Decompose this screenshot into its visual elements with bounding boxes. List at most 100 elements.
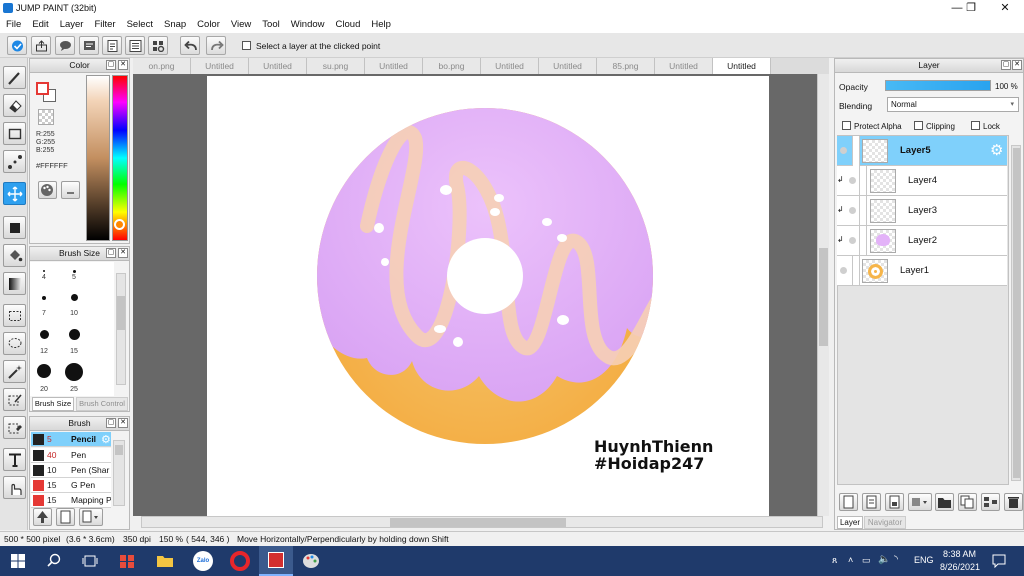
gear-icon[interactable]: ⚙ — [990, 141, 1003, 159]
rect-select-tool[interactable] — [3, 304, 26, 327]
brush-tool[interactable] — [3, 66, 26, 89]
brush-size-dot[interactable] — [40, 330, 49, 339]
clipping-checkbox[interactable]: Clipping — [914, 121, 955, 131]
brush-size-dot[interactable] — [43, 270, 45, 272]
layer-row-layer4[interactable]: ↲ Layer4 — [837, 166, 1007, 196]
eraser-tool[interactable] — [3, 94, 26, 117]
doc-tab[interactable]: Untitled — [655, 58, 713, 74]
panel-close-icon[interactable]: ✕ — [118, 60, 128, 70]
brush-row-g-pen[interactable]: 15 G Pen — [31, 478, 111, 493]
new-folder-button[interactable] — [935, 493, 954, 511]
select-pen-tool[interactable] — [3, 388, 26, 411]
jump-paint-taskbar-button[interactable] — [259, 546, 293, 576]
notification-icon[interactable] — [992, 554, 1006, 570]
brush-list-scrollbar[interactable] — [113, 440, 125, 506]
layer-lock-cell[interactable] — [852, 136, 860, 166]
opacity-slider[interactable] — [885, 80, 991, 91]
doc-tab[interactable]: Untitled — [365, 58, 423, 74]
grid-settings-button[interactable] — [148, 36, 168, 55]
language-indicator[interactable]: ENG — [914, 555, 934, 565]
menu-tool[interactable]: Tool — [256, 17, 284, 33]
network-icon[interactable]: ▭ — [862, 555, 871, 566]
doc-tab[interactable]: 85.png — [597, 58, 655, 74]
text-tool[interactable] — [3, 448, 26, 471]
search-icon[interactable] — [47, 553, 61, 570]
fill-shape-tool[interactable] — [3, 216, 26, 239]
menu-window[interactable]: Window — [285, 17, 330, 33]
menu-snap[interactable]: Snap — [158, 17, 191, 33]
undo-button[interactable] — [180, 36, 200, 55]
gradient-tool[interactable] — [3, 272, 26, 295]
windows-start-icon[interactable] — [11, 554, 25, 568]
visibility-eye-icon[interactable] — [840, 267, 847, 274]
brush-row-pencil[interactable]: 5 Pencil ⚙ — [31, 432, 111, 447]
doc-tab[interactable]: bo.png — [423, 58, 481, 74]
brush-size-scroll-thumb[interactable] — [117, 296, 125, 330]
layer-lock-cell[interactable] — [852, 256, 860, 286]
magic-wand-tool[interactable] — [3, 360, 26, 383]
brush-size-dot[interactable] — [65, 363, 83, 381]
layer-list-scroll-thumb[interactable] — [1013, 148, 1020, 478]
opera-browser-icon[interactable] — [230, 551, 250, 571]
drawing-canvas[interactable]: HuynhThienn #Hoidap247 — [207, 76, 769, 516]
new-layer-button[interactable] — [839, 493, 858, 511]
visibility-eye-icon[interactable] — [849, 237, 856, 244]
brush-size-dot[interactable] — [71, 294, 78, 301]
hand-tool[interactable] — [3, 476, 26, 499]
menu-filter[interactable]: Filter — [88, 17, 120, 33]
post-button[interactable] — [79, 36, 99, 55]
protect-alpha-checkbox[interactable]: Protect Alpha — [842, 121, 902, 131]
list-button[interactable] — [125, 36, 145, 55]
cloud-sync-button[interactable] — [7, 36, 27, 55]
brush-size-dot[interactable] — [69, 329, 80, 340]
clock-time[interactable]: 8:38 AM — [943, 549, 976, 559]
brush-size-dot[interactable] — [73, 270, 76, 273]
merge-layer-button[interactable] — [981, 493, 1000, 511]
lasso-tool[interactable] — [3, 332, 26, 355]
brush-row-pen-sharp[interactable]: 10 Pen (Shar — [31, 463, 111, 478]
hue-slider-handle[interactable] — [114, 219, 125, 230]
gradient-line-tool[interactable] — [3, 150, 26, 173]
lock-checkbox[interactable]: Lock — [971, 121, 1000, 131]
brush-row-pen[interactable]: 40 Pen — [31, 448, 111, 463]
maximize-button[interactable]: ❐ — [954, 0, 988, 17]
doc-tab[interactable]: Untitled — [191, 58, 249, 74]
color-palette-button[interactable] — [38, 181, 57, 199]
task-view-icon[interactable] — [82, 554, 98, 570]
hue-slider[interactable] — [112, 75, 128, 241]
brush-add-button[interactable] — [33, 508, 52, 526]
panel-float-icon[interactable]: ▢ — [106, 248, 116, 258]
menu-help[interactable]: Help — [365, 17, 396, 33]
clock-date[interactable]: 8/26/2021 — [940, 562, 980, 572]
delete-layer-button[interactable] — [1004, 493, 1023, 511]
rectangle-tool[interactable] — [3, 122, 26, 145]
menu-view[interactable]: View — [225, 17, 256, 33]
visibility-eye-icon[interactable] — [849, 207, 856, 214]
gear-icon[interactable]: ⚙ — [101, 433, 111, 448]
new-text-layer-button[interactable] — [862, 493, 881, 511]
doc-tab[interactable]: Untitled — [539, 58, 597, 74]
bucket-tool[interactable] — [3, 244, 26, 267]
brush-new-button[interactable] — [56, 508, 75, 526]
office-app-icon[interactable] — [119, 554, 135, 571]
duplicate-layer-button[interactable] — [958, 493, 977, 511]
doc-tab[interactable]: Untitled — [481, 58, 539, 74]
doc-tab[interactable]: on.png — [133, 58, 191, 74]
canvas-vertical-scrollbar[interactable] — [817, 74, 829, 516]
brush-size-dot[interactable] — [37, 364, 51, 378]
panel-float-icon[interactable]: ▢ — [106, 418, 116, 428]
panel-close-icon[interactable]: ✕ — [118, 418, 128, 428]
file-explorer-icon[interactable] — [156, 554, 174, 570]
layer-lock-cell[interactable] — [859, 196, 867, 226]
doc-tab-active[interactable]: Untitled — [713, 58, 771, 74]
menu-edit[interactable]: Edit — [26, 17, 53, 33]
layer-lock-cell[interactable] — [859, 226, 867, 256]
transparent-color-swatch[interactable] — [38, 109, 54, 125]
layer-row-layer1[interactable]: Layer1 — [837, 256, 1007, 286]
doc-tab[interactable]: Untitled — [249, 58, 307, 74]
canvas-h-scroll-thumb[interactable] — [390, 518, 566, 527]
panel-close-icon[interactable]: ✕ — [1012, 60, 1022, 70]
menu-cloud[interactable]: Cloud — [330, 17, 366, 33]
menu-layer[interactable]: Layer — [54, 17, 89, 33]
menu-color[interactable]: Color — [191, 17, 225, 33]
